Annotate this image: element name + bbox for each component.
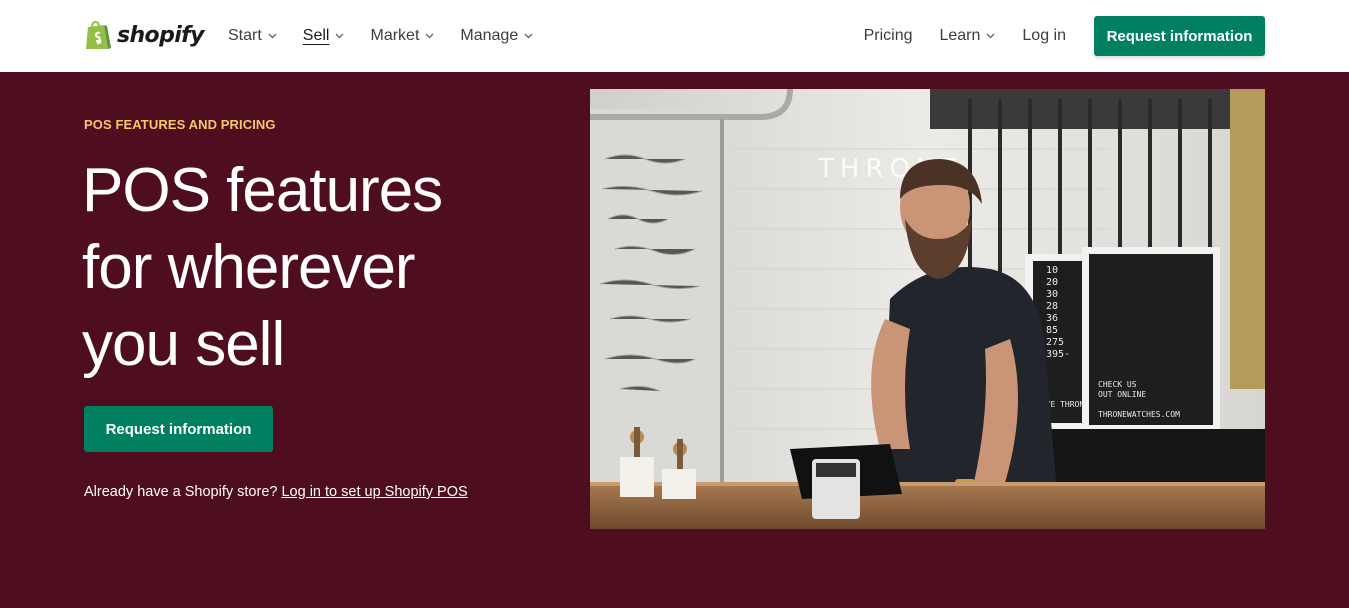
nav-item-start[interactable]: Start: [228, 27, 277, 45]
headline-line-3: you sell: [82, 310, 285, 379]
logo-wordmark: shopify: [117, 22, 204, 48]
existing-store-text: Already have a Shopify store?: [84, 484, 278, 500]
nav-item-market[interactable]: Market: [370, 27, 434, 45]
letterboard-line: CHECK US: [1098, 380, 1137, 389]
chevron-down-icon: [268, 33, 277, 39]
letterboard-line: 28: [1046, 301, 1058, 312]
letterboard-line: THRONEWATCHES.COM: [1098, 410, 1180, 419]
nav-label-learn: Learn: [939, 27, 981, 44]
letterboard-line: OUT ONLINE: [1098, 390, 1146, 399]
letterboard-line: 20: [1046, 277, 1058, 288]
shopify-bag-icon: [86, 21, 111, 49]
nav-label-market: Market: [370, 27, 420, 44]
existing-store-note: Already have a Shopify store? Log in to …: [84, 484, 468, 500]
letterboard-line: 36: [1046, 313, 1058, 324]
letterboard-line: 85: [1046, 325, 1058, 336]
hero-eyebrow: POS FEATURES AND PRICING: [84, 117, 276, 132]
chevron-down-icon: [986, 33, 995, 39]
nav-item-sell[interactable]: Sell: [303, 27, 345, 45]
nav-label-pricing: Pricing: [863, 27, 913, 44]
hero-headline: POS features for wherever you sell: [82, 152, 552, 383]
hero-photo-pos-retail: THRONE 10 20 30 28 36 85 275 395- LOVE T…: [590, 89, 1265, 529]
header-request-information-button[interactable]: Request information: [1094, 16, 1265, 56]
letterboard-line: 395-: [1046, 349, 1070, 360]
nav-item-pricing[interactable]: Pricing: [864, 27, 913, 45]
shopify-logo[interactable]: shopify: [84, 18, 204, 52]
chevron-down-icon: [425, 33, 434, 39]
nav-label-login: Log in: [1022, 27, 1066, 44]
top-navigation-bar: shopify Start Sell Market Manage Pricing…: [0, 0, 1349, 72]
nav-item-login[interactable]: Log in: [1022, 27, 1066, 45]
letterboard-line: 30: [1046, 289, 1058, 300]
pos-setup-login-link[interactable]: Log in to set up Shopify POS: [281, 484, 467, 500]
chevron-down-icon: [335, 33, 344, 39]
headline-line-1: POS features: [82, 156, 443, 225]
letterboard-line: 275: [1046, 337, 1064, 348]
secondary-nav: Pricing Learn Log in Request information: [864, 0, 1265, 72]
hero-request-information-button[interactable]: Request information: [84, 406, 273, 452]
letterboard-line: 10: [1046, 265, 1058, 276]
nav-label-manage: Manage: [460, 27, 519, 44]
nav-item-manage[interactable]: Manage: [460, 27, 533, 45]
primary-nav: Start Sell Market Manage: [228, 0, 533, 72]
headline-line-2: for wherever: [82, 233, 416, 302]
nav-label-sell: Sell: [302, 27, 330, 44]
chevron-down-icon: [524, 33, 533, 39]
nav-item-learn[interactable]: Learn: [939, 27, 995, 45]
nav-label-start: Start: [228, 27, 262, 44]
